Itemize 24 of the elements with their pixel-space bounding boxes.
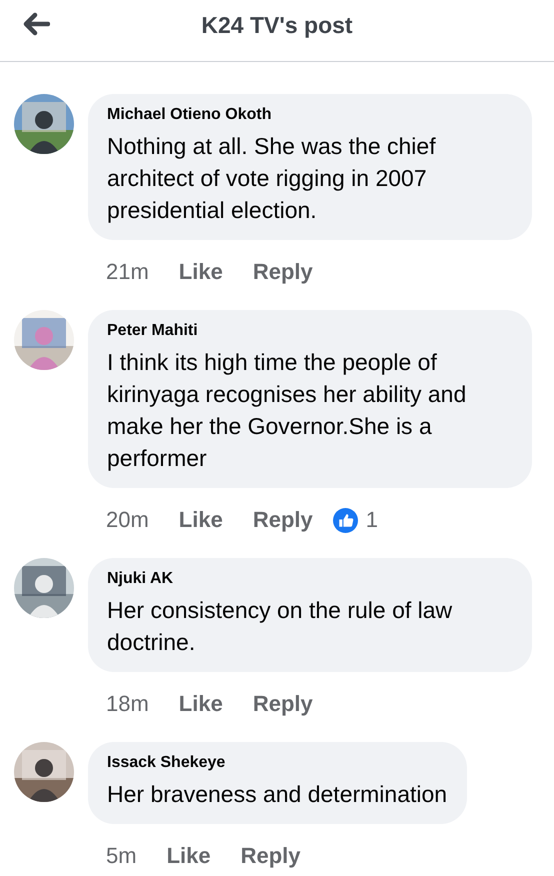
reaction-count: 1 [366,507,378,533]
comment-text: I think its high time the people of kirinyaga recognises her ability and make her the Governor.She is a performer [107,348,468,473]
comment-time: 18m [106,691,149,717]
comment-text: Her consistency on the rule of law doctrine. [107,596,454,657]
author-name[interactable]: Njuki AK [107,570,512,588]
comment-time: 21m [106,259,149,285]
like-link[interactable]: Like [178,507,223,533]
comment-time: 5m [106,843,137,869]
like-link[interactable]: Like [166,843,211,869]
author-name[interactable]: Peter Mahiti [107,322,512,340]
reply-link[interactable]: Reply [252,507,313,533]
comment-time: 20m [106,507,149,533]
author-name[interactable]: Michael Otieno Okoth [107,106,512,124]
reply-link[interactable]: Reply [240,843,301,869]
reply-link[interactable]: Reply [252,259,313,285]
reply-link[interactable]: Reply [252,691,313,717]
back-icon[interactable] [22,12,50,36]
comment-text: Her braveness and determination [107,780,448,809]
page-title: K24 TV's post [201,12,353,40]
author-name[interactable]: Issack Shekeye [107,754,448,772]
comment-text: Nothing at all. She was the chief architect of vote rigging in 2007 presidential election. [107,132,437,225]
like-reaction-icon[interactable] [332,508,358,532]
like-link[interactable]: Like [178,259,223,285]
like-link[interactable]: Like [178,691,223,717]
